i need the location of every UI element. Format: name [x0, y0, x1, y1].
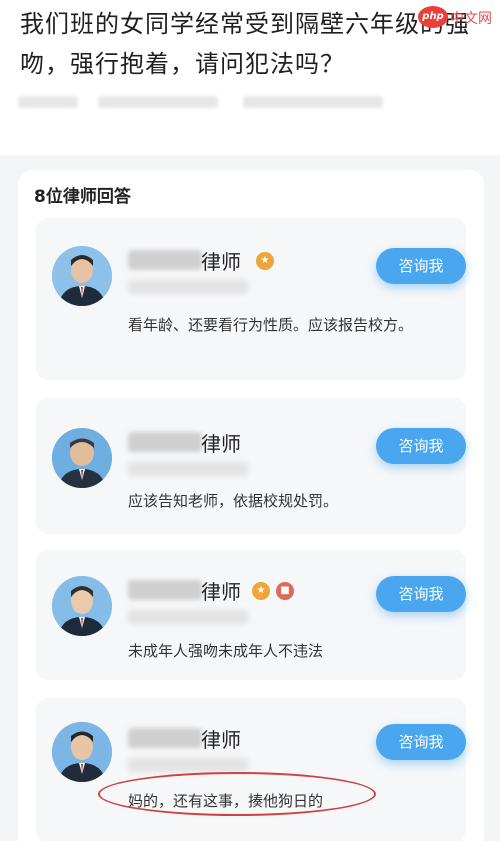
avatar-portrait-icon [52, 576, 112, 636]
answer-card[interactable]: 律师 咨询我 应该告知老师，依据校规处罚。 [36, 398, 466, 534]
gold-badge-icon: ★ [256, 252, 274, 270]
consult-button[interactable]: 咨询我 [376, 724, 466, 760]
gold-badge-icon: ★ [252, 582, 270, 600]
answer-text: 应该告知老师，依据校规处罚。 [128, 492, 339, 510]
lawyer-avatar[interactable] [52, 428, 112, 488]
lawyer-title: 律师 [201, 728, 241, 752]
avatar-portrait-icon [52, 246, 112, 306]
lawyer-avatar[interactable] [52, 246, 112, 306]
avatar-portrait-icon [52, 722, 112, 782]
watermark-text: 中文网 [450, 11, 492, 27]
lawyer-avatar[interactable] [52, 722, 112, 782]
lawyer-info-blurred [128, 610, 248, 624]
lawyer-name-blurred [128, 432, 202, 452]
question-header: 我们班的女同学经常受到隔壁六年级的强吻，强行抱着，请问犯法吗？ php 中文网 [0, 0, 500, 155]
question-title: 我们班的女同学经常受到隔壁六年级的强吻，强行抱着，请问犯法吗？ [20, 10, 470, 78]
lawyer-title: 律师 [201, 580, 241, 604]
lawyer-name-blurred [128, 250, 202, 270]
lawyer-info-blurred [128, 758, 248, 772]
lawyer-title: 律师 [201, 250, 241, 274]
answer-card[interactable]: 律师 ★ 咨询我 看年龄、还要看行为性质。应该报告校方。 [36, 218, 466, 380]
consult-button[interactable]: 咨询我 [376, 428, 466, 464]
lawyer-title: 律师 [201, 432, 241, 456]
lawyer-avatar[interactable] [52, 576, 112, 636]
red-badge-icon: ■ [276, 582, 294, 600]
consult-button[interactable]: 咨询我 [376, 248, 466, 284]
answers-count: 8位律师回答 [34, 187, 131, 207]
avatar-portrait-icon [52, 428, 112, 488]
answer-card[interactable]: 律师 咨询我 妈的，还有这事，揍他狗日的 [36, 698, 466, 841]
answer-card[interactable]: 律师 ★ ■ 咨询我 未成年人强吻未成年人不违法 [36, 550, 466, 680]
lawyer-info-blurred [128, 462, 248, 476]
highlight-circle [98, 772, 376, 816]
answers-panel: 8位律师回答 律师 ★ 咨询我 看年龄、还要看行为性质。应该报告校方。 律师 咨… [18, 170, 484, 841]
lawyer-name-blurred [128, 580, 202, 600]
site-watermark: php 中文网 [418, 4, 496, 34]
php-logo-icon: php [418, 6, 448, 28]
meta-blur-3 [243, 96, 383, 108]
lawyer-name-blurred [128, 728, 202, 748]
lawyer-info-blurred [128, 280, 248, 294]
answer-text: 看年龄、还要看行为性质。应该报告校方。 [128, 316, 414, 334]
consult-button[interactable]: 咨询我 [376, 576, 466, 612]
answer-text: 未成年人强吻未成年人不违法 [128, 642, 324, 660]
meta-blur-1 [18, 96, 78, 108]
meta-blur-2 [98, 96, 218, 108]
